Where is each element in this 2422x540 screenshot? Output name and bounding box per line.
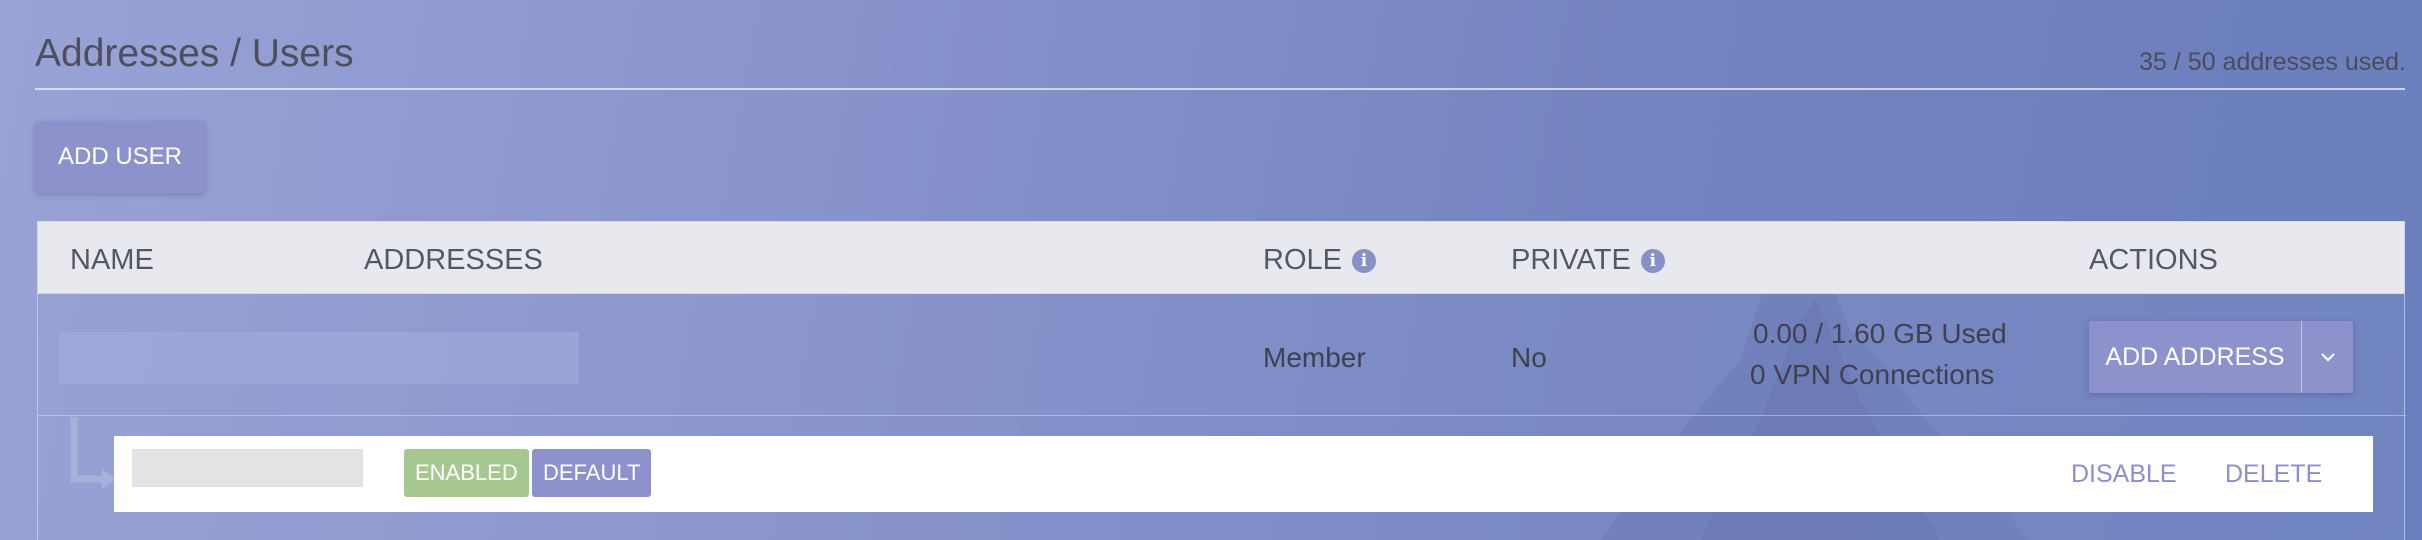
storage-used: 0.00 / 1.60 GB Used [1753,318,2007,349]
delete-address-button[interactable]: DELETE [2225,460,2322,489]
add-address-split-button: ADD ADDRESS [2089,321,2353,393]
column-header-private: PRIVATE i [1511,244,1665,277]
add-user-button[interactable]: ADD USER [35,121,205,193]
address-value-redacted [132,449,363,487]
user-role: Member [1263,342,1366,373]
column-header-actions: ACTIONS [2089,244,2218,276]
column-header-role: ROLE i [1263,244,1376,277]
table-header: NAME ADDRESSES ROLE i PRIVATE i ACTIONS [37,221,2405,294]
column-header-name: NAME [70,244,154,276]
column-header-addresses: ADDRESSES [364,244,543,276]
disable-address-button[interactable]: DISABLE [2071,460,2177,489]
user-private: No [1511,342,1547,373]
address-usage-counter: 35 / 50 addresses used. [2139,48,2406,76]
role-info-icon[interactable]: i [1351,248,1376,273]
address-row: ENABLED DEFAULT DISABLE DELETE [114,436,2373,512]
enabled-badge: ENABLED [404,449,529,497]
private-info-icon[interactable]: i [1640,248,1665,273]
row-divider [38,415,2406,416]
add-address-button[interactable]: ADD ADDRESS [2089,321,2302,393]
title-divider [35,88,2405,90]
vpn-connections: 0 VPN Connections [1750,359,1995,390]
user-name-redacted [59,332,579,384]
add-address-dropdown-toggle[interactable] [2302,321,2353,393]
default-badge: DEFAULT [532,449,652,497]
chevron-down-icon [2320,353,2335,362]
page-title: Addresses / Users [35,32,354,75]
